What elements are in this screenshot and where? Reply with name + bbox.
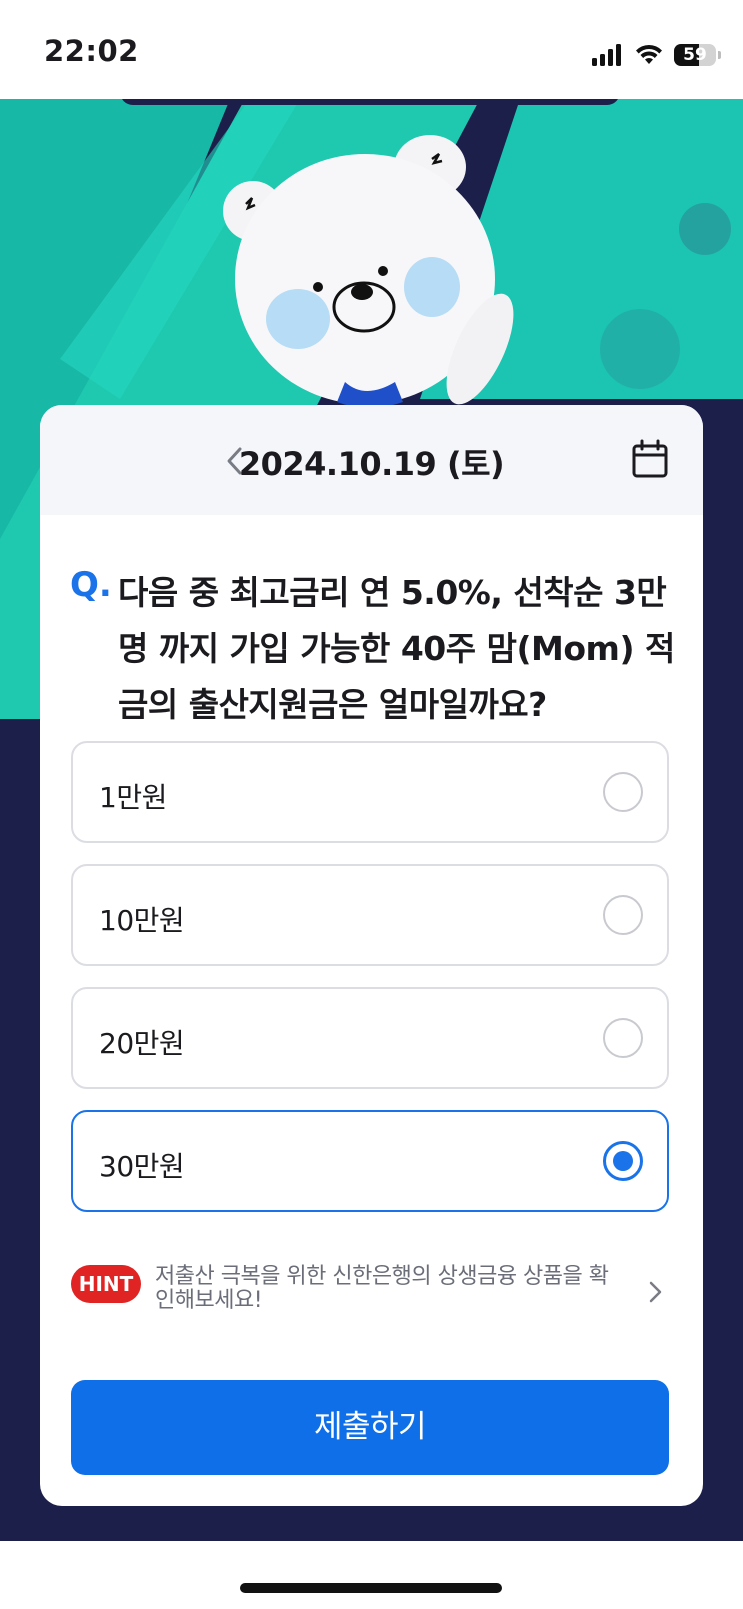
quiz-date: 2024.10.19 (토) [238,445,505,483]
date-header: 2024.10.19 (토) [40,405,703,515]
status-icons: 59 [592,40,721,70]
battery-icon: 59 [674,44,716,66]
question-block: Q. 다음 중 최고금리 연 5.0%, 선착순 3만명 까지 가입 가능한 4… [70,565,680,733]
answer-option-2[interactable]: 10만원 [71,864,669,966]
radio-button-selected[interactable] [603,1141,643,1181]
answer-option-label: 30만원 [99,1150,185,1183]
hint-row[interactable]: HINT 저출산 극복을 위한 신한은행의 상생금융 상품을 확인해보세요! [71,1265,669,1325]
answer-option-label: 1만원 [99,781,167,814]
question-mark-label: Q. [70,565,112,605]
answer-option-4[interactable]: 30만원 [71,1110,669,1212]
radio-dot [613,1151,633,1171]
answer-option-1[interactable]: 1만원 [71,741,669,843]
calendar-icon[interactable] [631,439,669,479]
home-indicator [240,1583,502,1593]
status-time: 22:02 [44,34,139,68]
answer-option-label: 20만원 [99,1027,185,1060]
hint-text: 저출산 극복을 위한 신한은행의 상생금융 상품을 확인해보세요! [155,1264,609,1313]
radio-button[interactable] [603,772,643,812]
hint-badge: HINT [71,1265,141,1303]
chevron-right-icon[interactable] [645,1277,665,1307]
question-text: 다음 중 최고금리 연 5.0%, 선착순 3만명 까지 가입 가능한 40주 … [118,573,675,724]
cellular-signal-icon [592,44,621,66]
answer-option-3[interactable]: 20만원 [71,987,669,1089]
status-bar: 22:02 59 [0,0,743,99]
battery-cap [718,51,721,59]
battery-level-text: 59 [683,45,707,65]
radio-button[interactable] [603,895,643,935]
answer-option-label: 10만원 [99,904,185,937]
radio-button[interactable] [603,1018,643,1058]
wifi-icon [636,44,662,64]
submit-button[interactable]: 제출하기 [71,1380,669,1475]
quiz-card: 2024.10.19 (토) Q. 다음 중 최고금리 연 5.0%, 선착순 … [40,405,703,1506]
